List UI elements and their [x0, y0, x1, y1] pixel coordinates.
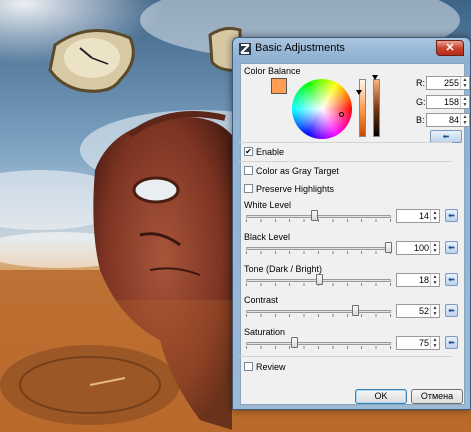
saturation-label: Saturation [244, 327, 286, 337]
r-spin-arrows-icon[interactable]: ▲ ▼ [460, 77, 469, 89]
arrow-left-icon: ⬅ [442, 132, 450, 141]
white-level-label: White Level [244, 200, 292, 210]
contrast-field[interactable]: 52 ▲ ▼ [396, 304, 440, 318]
cancel-button[interactable]: Отмена [411, 389, 463, 404]
black-level-track[interactable] [246, 247, 391, 250]
b-value-field[interactable]: 84 ▲ ▼ [426, 113, 470, 127]
preserve-highlights-checkbox[interactable] [244, 184, 253, 193]
app-logo-icon [239, 43, 251, 55]
enable-checkbox[interactable]: ✔ [244, 147, 253, 156]
gray-target-label: Color as Gray Target [256, 166, 339, 176]
arrow-left-icon: ⬅ [448, 338, 455, 347]
white-level-reset-button[interactable]: ⬅ [445, 209, 458, 222]
close-icon: ✕ [445, 42, 455, 54]
brightness-marker[interactable] [372, 75, 378, 80]
g-spin-arrows-icon[interactable]: ▲ ▼ [460, 96, 469, 108]
r-value: 255 [443, 78, 459, 88]
saturation-value: 75 [418, 338, 429, 348]
black-level-field[interactable]: 100 ▲ ▼ [396, 241, 440, 255]
saturation-track[interactable] [246, 342, 391, 345]
dialog-titlebar[interactable]: Basic Adjustments ✕ [233, 38, 470, 60]
gray-target-checkbox[interactable] [244, 166, 253, 175]
contrast-ticks [246, 314, 391, 317]
enable-label: Enable [256, 147, 285, 157]
tone-thumb[interactable] [315, 274, 323, 285]
black-level-thumb[interactable] [385, 242, 393, 253]
review-checkbox[interactable] [244, 362, 253, 371]
close-button[interactable]: ✕ [436, 40, 464, 56]
color-wheel[interactable] [292, 79, 352, 139]
black-level-reset-button[interactable]: ⬅ [445, 241, 458, 254]
spin-arrows-icon[interactable]: ▲ ▼ [430, 242, 439, 254]
white-level-thumb[interactable] [311, 210, 319, 221]
b-spin-arrows-icon[interactable]: ▲ ▼ [460, 114, 469, 126]
contrast-reset-button[interactable]: ⬅ [445, 304, 458, 317]
r-label: R: [416, 78, 425, 88]
saturation-ticks [246, 346, 391, 349]
tone-label: Tone (Dark / Bright) [244, 264, 323, 274]
dialog-title: Basic Adjustments [255, 42, 345, 54]
contrast-thumb[interactable] [351, 305, 359, 316]
saturation-thumb[interactable] [290, 337, 298, 348]
contrast-label: Contrast [244, 295, 279, 305]
arrow-left-icon: ⬅ [448, 306, 455, 315]
arrow-left-icon: ⬅ [448, 243, 455, 252]
white-level-ticks [246, 219, 391, 222]
tone-field[interactable]: 18 ▲ ▼ [396, 273, 440, 287]
b-value: 84 [448, 115, 459, 125]
white-level-value: 14 [418, 211, 429, 221]
saturation-marker[interactable] [356, 90, 362, 95]
spin-arrows-icon[interactable]: ▲ ▼ [430, 305, 439, 317]
contrast-track[interactable] [246, 310, 391, 313]
spin-arrows-icon[interactable]: ▲ ▼ [430, 210, 439, 222]
spin-arrows-icon[interactable]: ▲ ▼ [430, 274, 439, 286]
arrow-left-icon: ⬅ [448, 275, 455, 284]
divider [239, 356, 452, 357]
basic-adjustments-dialog: Basic Adjustments ✕ Color Balance R: 255… [232, 37, 471, 410]
white-level-track[interactable] [246, 215, 391, 218]
saturation-reset-button[interactable]: ⬅ [445, 336, 458, 349]
divider [239, 161, 452, 162]
black-level-label: Black Level [244, 232, 291, 242]
color-wheel-marker[interactable] [339, 112, 344, 117]
saturation-field[interactable]: 75 ▲ ▼ [396, 336, 440, 350]
saturation-bar[interactable] [359, 79, 366, 137]
r-value-field[interactable]: 255 ▲ ▼ [426, 76, 470, 90]
g-value-field[interactable]: 158 ▲ ▼ [426, 95, 470, 109]
spin-arrows-icon[interactable]: ▲ ▼ [430, 337, 439, 349]
arrow-left-icon: ⬅ [448, 211, 455, 220]
preserve-highlights-label: Preserve Highlights [256, 184, 335, 194]
review-label: Review [256, 362, 286, 372]
black-level-value: 100 [413, 243, 429, 253]
white-level-field[interactable]: 14 ▲ ▼ [396, 209, 440, 223]
ok-button[interactable]: OK [355, 389, 407, 404]
color-balance-label: Color Balance [244, 66, 301, 76]
tone-reset-button[interactable]: ⬅ [445, 273, 458, 286]
black-level-ticks [246, 251, 391, 254]
b-label: B: [416, 115, 425, 125]
contrast-value: 52 [418, 306, 429, 316]
g-label: G: [416, 97, 426, 107]
g-value: 158 [443, 97, 459, 107]
color-swatch[interactable] [271, 78, 287, 94]
divider [239, 142, 452, 143]
tone-value: 18 [418, 275, 429, 285]
brightness-bar[interactable] [373, 79, 380, 137]
